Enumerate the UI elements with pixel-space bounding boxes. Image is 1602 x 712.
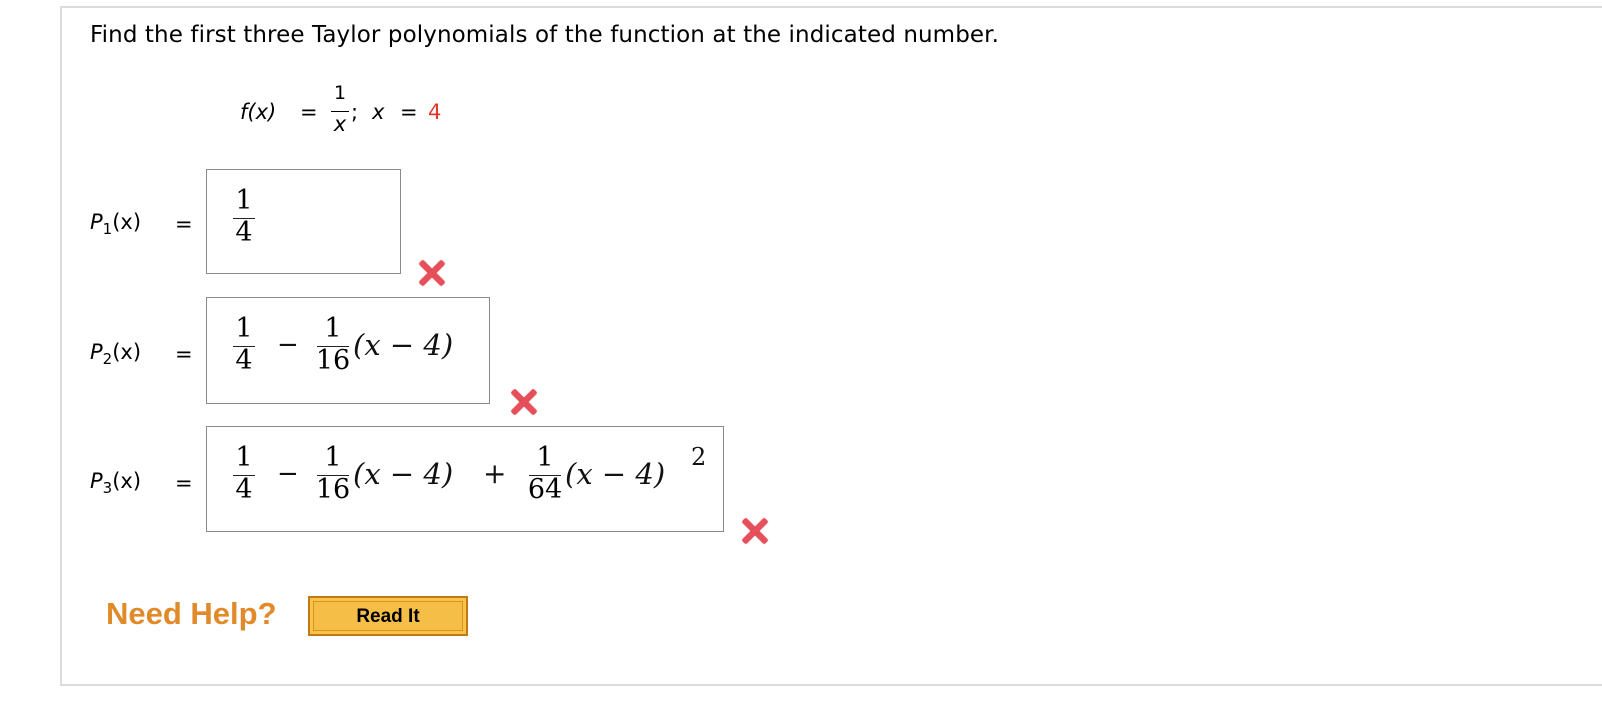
p2-fraction-1: 14 xyxy=(229,313,259,377)
p2-paren-term: (x − 4) xyxy=(353,328,454,362)
p2-answer-box[interactable]: 14 − 1 16 (x − 4) xyxy=(206,297,490,404)
p1-fraction-1: 14 xyxy=(229,185,259,249)
p3-wrong-icon xyxy=(741,517,769,545)
need-help-label: Need Help? xyxy=(106,596,277,631)
p3-answer-box[interactable]: 14 − 1 16 (x − 4) + 1 64 (x − 4) 2 xyxy=(206,426,724,532)
p2-equals: = xyxy=(175,342,193,366)
function-numerator: 1 xyxy=(333,82,347,104)
read-it-button[interactable]: Read It xyxy=(308,596,468,636)
p1-equals: = xyxy=(175,212,193,236)
p3-fraction-3: 1 64 xyxy=(527,442,563,505)
p3-fraction-2: 1 16 xyxy=(315,442,351,505)
read-it-label: Read It xyxy=(313,601,463,631)
function-lhs: f(x) xyxy=(240,100,277,124)
p2-operator-1: − xyxy=(277,330,299,360)
question-text: Find the first three Taylor polynomials … xyxy=(90,22,999,48)
p2-label: P2(x) xyxy=(90,340,142,368)
p3-operator-1: − xyxy=(277,459,299,489)
p3-exponent: 2 xyxy=(691,443,707,471)
p3-paren-term-1: (x − 4) xyxy=(353,457,454,491)
p3-equals: = xyxy=(175,471,193,495)
function-equals: = xyxy=(300,100,318,124)
p3-fraction-1: 14 xyxy=(229,442,259,506)
p1-answer-box[interactable]: 14 xyxy=(206,169,401,274)
point-equals: = xyxy=(400,100,418,124)
p3-paren-term-2: (x − 4) xyxy=(565,457,666,491)
function-denominator: x xyxy=(333,112,347,136)
p2-wrong-icon xyxy=(510,388,538,416)
point-variable: x xyxy=(372,100,385,124)
p1-label: P1(x) xyxy=(90,210,142,238)
p3-operator-2: + xyxy=(483,457,507,490)
p1-wrong-icon xyxy=(418,259,446,287)
p2-fraction-2: 1 16 xyxy=(315,313,351,376)
point-value: 4 xyxy=(428,100,442,124)
function-separator: ; xyxy=(351,100,359,124)
p3-label: P3(x) xyxy=(90,469,142,497)
